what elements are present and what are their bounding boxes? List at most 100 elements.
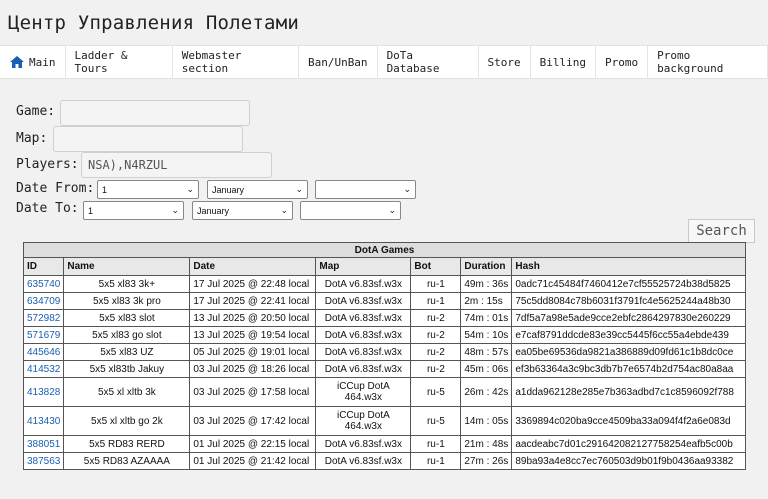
cell-map: DotA v6.83sf.w3x xyxy=(315,309,412,327)
cell-bot: ru-2 xyxy=(410,343,462,361)
cell-duration: 45m : 06s xyxy=(460,360,513,378)
game-id-link[interactable]: 634709 xyxy=(27,296,60,307)
cell-name: 5x5 xl xltb go 2k xyxy=(63,406,191,436)
nav-item-billing[interactable]: Billing xyxy=(531,46,596,78)
game-id-link[interactable]: 388051 xyxy=(27,439,60,450)
chevron-down-icon: ⌄ xyxy=(388,205,396,215)
cell-map: iCCup DotA 464.w3x xyxy=(315,406,412,436)
nav-item-ban-unban[interactable]: Ban/UnBan xyxy=(299,46,378,78)
cell-id: 571679 xyxy=(22,326,65,344)
cell-map: DotA v6.83sf.w3x xyxy=(315,292,412,310)
cell-map: iCCup DotA 464.w3x xyxy=(315,377,412,407)
chevron-down-icon: ⌄ xyxy=(186,184,194,194)
nav-item-main[interactable]: Main xyxy=(0,46,66,78)
to-day-select[interactable]: 1 ⌄ xyxy=(83,201,184,220)
chevron-down-icon: ⌄ xyxy=(403,184,411,194)
nav-item-store[interactable]: Store xyxy=(479,46,531,78)
cell-hash: 89ba93a4e8cc7ec760503d9b01f9b0436aa93382 xyxy=(511,452,746,470)
cell-hash: 3369894c020ba9cce4509ba33a094f4f2a6e083d xyxy=(511,406,746,436)
nav-item-webmaster[interactable]: Webmaster section xyxy=(173,46,299,78)
page-title: Центр Управления Полетами xyxy=(8,12,299,34)
table-row: 413430 5x5 xl xltb go 2k 03 Jul 2025 @ 17:… xyxy=(22,406,746,436)
cell-hash: 7df5a7a98e5ade9cce2ebfc2864297830e260229 xyxy=(511,309,746,327)
cell-id: 413430 xyxy=(22,406,65,436)
from-month-select[interactable]: January ⌄ xyxy=(207,180,308,199)
cell-bot: ru-1 xyxy=(410,275,462,293)
game-id-link[interactable]: 414532 xyxy=(27,364,60,375)
table-row: 414532 5x5 xl83tb Jakuy 03 Jul 2025 @ 18:2… xyxy=(22,360,746,378)
cell-bot: ru-1 xyxy=(410,435,462,453)
cell-id: 572982 xyxy=(22,309,65,327)
chevron-down-icon: ⌄ xyxy=(171,205,179,215)
to-month-select[interactable]: January ⌄ xyxy=(192,201,293,220)
table-row: 388051 5x5 RD83 RERD 01 Jul 2025 @ 22:15 l… xyxy=(22,435,746,453)
select-value: 1 xyxy=(102,184,108,195)
game-id-link[interactable]: 445646 xyxy=(27,347,60,358)
players-input[interactable] xyxy=(81,152,272,178)
col-header-hash: Hash xyxy=(511,257,746,276)
date-to-label: Date To: xyxy=(16,201,79,216)
game-id-link[interactable]: 635740 xyxy=(27,279,60,290)
cell-duration: 49m : 36s xyxy=(460,275,513,293)
nav-item-promo[interactable]: Promo xyxy=(596,46,649,78)
cell-bot: ru-2 xyxy=(410,326,462,344)
cell-date: 01 Jul 2025 @ 21:42 local xyxy=(189,452,317,470)
nav-item-ladder-tours[interactable]: Ladder & Tours xyxy=(66,46,173,78)
game-input[interactable] xyxy=(60,100,250,126)
cell-map: DotA v6.83sf.w3x xyxy=(315,435,412,453)
cell-duration: 14m : 05s xyxy=(460,406,513,436)
nav-item-promo-background[interactable]: Promo background xyxy=(648,46,768,78)
cell-name: 5x5 xl xltb 3k xyxy=(63,377,191,407)
cell-hash: aacdeabc7d01c291642082127758254eafb5c00b xyxy=(511,435,746,453)
table-row: 571679 5x5 xl83 go slot 13 Jul 2025 @ 19:5… xyxy=(22,326,746,344)
game-id-link[interactable]: 413828 xyxy=(27,387,60,398)
cell-date: 03 Jul 2025 @ 18:26 local xyxy=(189,360,317,378)
cell-duration: 26m : 42s xyxy=(460,377,513,407)
game-id-link[interactable]: 413430 xyxy=(27,416,60,427)
table-caption: DotA Games xyxy=(23,242,746,258)
cell-bot: ru-1 xyxy=(410,452,462,470)
nav-item-dota-database[interactable]: DoTa Database xyxy=(378,46,479,78)
from-day-select[interactable]: 1 ⌄ xyxy=(97,180,199,199)
date-from-label: Date From: xyxy=(16,181,95,196)
cell-name: 5x5 xl83 3k pro xyxy=(63,292,191,310)
col-header-duration: Duration xyxy=(460,257,513,276)
cell-date: 13 Jul 2025 @ 20:50 local xyxy=(189,309,317,327)
col-header-bot: Bot xyxy=(410,257,462,276)
cell-map: DotA v6.83sf.w3x xyxy=(315,326,412,344)
dota-games-table: DotA Games ID Name Date Map Bot Duration… xyxy=(22,242,746,470)
cell-duration: 27m : 26s xyxy=(460,452,513,470)
game-id-link[interactable]: 571679 xyxy=(27,330,60,341)
cell-hash: ef3b63364a3c9bc3db7b7e6574b2d754ac80a8aa xyxy=(511,360,746,378)
cell-bot: ru-1 xyxy=(410,292,462,310)
cell-name: 5x5 xl83 3k+ xyxy=(63,275,191,293)
cell-date: 01 Jul 2025 @ 22:15 local xyxy=(189,435,317,453)
cell-map: DotA v6.83sf.w3x xyxy=(315,275,412,293)
game-id-link[interactable]: 572982 xyxy=(27,313,60,324)
map-input[interactable] xyxy=(53,126,243,152)
table-row: 445646 5x5 xl83 UZ 05 Jul 2025 @ 19:01 loc… xyxy=(22,343,746,361)
select-value: January xyxy=(197,205,230,216)
cell-duration: 54m : 10s xyxy=(460,326,513,344)
table-row: 413828 5x5 xl xltb 3k 03 Jul 2025 @ 17:58 … xyxy=(22,377,746,407)
cell-date: 13 Jul 2025 @ 19:54 local xyxy=(189,326,317,344)
from-year-select[interactable]: ⌄ xyxy=(315,180,416,199)
cell-map: DotA v6.83sf.w3x xyxy=(315,452,412,470)
col-header-date: Date xyxy=(189,257,317,276)
cell-date: 05 Jul 2025 @ 19:01 local xyxy=(189,343,317,361)
cell-name: 5x5 xl83 go slot xyxy=(63,326,191,344)
to-year-select[interactable]: ⌄ xyxy=(300,201,401,220)
cell-bot: ru-2 xyxy=(410,360,462,378)
search-button[interactable]: Search xyxy=(688,219,755,243)
cell-date: 03 Jul 2025 @ 17:58 local xyxy=(189,377,317,407)
col-header-name: Name xyxy=(63,257,191,276)
table-row: 387563 5x5 RD83 AZAAAA 01 Jul 2025 @ 21:42… xyxy=(22,452,746,470)
cell-hash: e7caf8791ddcde83e39cc5445f6cc55a4ebde439 xyxy=(511,326,746,344)
cell-hash: 75c5dd8084c78b6031f3791fc4e5625244a48b30 xyxy=(511,292,746,310)
col-header-map: Map xyxy=(315,257,412,276)
cell-date: 17 Jul 2025 @ 22:48 local xyxy=(189,275,317,293)
cell-id: 388051 xyxy=(22,435,65,453)
cell-id: 413828 xyxy=(22,377,65,407)
game-id-link[interactable]: 387563 xyxy=(27,456,60,467)
cell-date: 03 Jul 2025 @ 17:42 local xyxy=(189,406,317,436)
